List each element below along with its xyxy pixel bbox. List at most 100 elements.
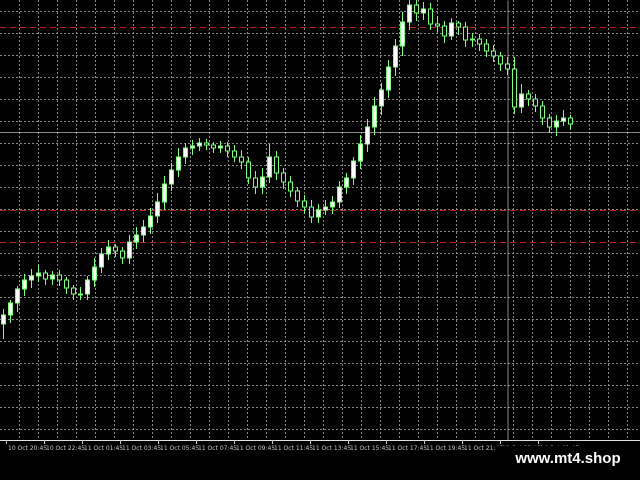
candle (400, 12, 405, 56)
candle (281, 168, 286, 189)
candle (421, 2, 426, 20)
candle-body (22, 279, 27, 290)
candle-body (470, 38, 475, 41)
x-tick-label: 11 Oct 19:45 (426, 445, 465, 452)
candle (92, 258, 97, 287)
candle (463, 22, 468, 47)
candle-body (309, 206, 314, 218)
candle (288, 176, 293, 197)
candle-body (316, 209, 321, 218)
candle-body (64, 279, 69, 289)
x-tick-label: 10 Oct 22:45 (46, 445, 85, 452)
candle-body (533, 98, 538, 107)
candle-body (8, 302, 13, 316)
candle (442, 21, 447, 43)
candle-body (57, 274, 62, 281)
candle (127, 235, 132, 264)
candle (407, 0, 412, 30)
x-tick-label: 11 Oct 03:45 (122, 445, 161, 452)
candle-body (260, 176, 265, 188)
candle-body (295, 190, 300, 202)
candle (64, 277, 69, 294)
candle-body (127, 241, 132, 259)
candle (316, 204, 321, 223)
candle-body (43, 272, 48, 280)
x-tick-label: 11 Oct 11:45 (274, 445, 313, 452)
candle-body (106, 246, 111, 255)
candle (162, 176, 167, 210)
candle (85, 276, 90, 300)
candle-body (211, 144, 216, 149)
candle-body (526, 93, 531, 100)
candle (22, 274, 27, 296)
candle (204, 139, 209, 150)
candle-body (190, 145, 195, 149)
candle-body (428, 8, 433, 25)
price-chart[interactable]: 10 Oct 20:45 10 Oct 22:45 11 Oct 01:45 11 O… (0, 0, 640, 480)
candle (1, 309, 6, 339)
candle-body (169, 169, 174, 185)
candle (414, 0, 419, 21)
candle (484, 39, 489, 57)
candle (519, 84, 524, 113)
candle-body (29, 275, 34, 281)
candle-body (337, 186, 342, 203)
candle (477, 34, 482, 51)
watermark: www.mt4.shop (496, 446, 640, 472)
candle-body (85, 279, 90, 295)
candle-body (141, 226, 146, 236)
candle (526, 90, 531, 106)
x-tick-label: 11 Oct 09:45 (236, 445, 275, 452)
candle (176, 148, 181, 177)
candle (393, 39, 398, 76)
candle (99, 248, 104, 273)
candle-body (407, 4, 412, 23)
candle-body (225, 145, 230, 152)
candle (533, 94, 538, 112)
candle (491, 45, 496, 62)
candle-body (246, 161, 251, 179)
candle (379, 83, 384, 115)
candle (295, 187, 300, 207)
candle-body (183, 147, 188, 158)
candle-body (330, 201, 335, 208)
candle (372, 97, 377, 135)
x-tick-label: 11 Oct 13:45 (312, 445, 351, 452)
candle (155, 193, 160, 223)
candle-body (302, 200, 307, 208)
candle-body (463, 26, 468, 41)
candle (253, 171, 258, 194)
candle (148, 208, 153, 234)
candle (106, 240, 111, 260)
candle-body (449, 22, 454, 37)
candle (505, 57, 510, 75)
candle-body (113, 246, 118, 252)
candle (456, 21, 461, 35)
candle-body (344, 177, 349, 188)
candle (239, 150, 244, 169)
candle-body (561, 117, 566, 122)
x-tick-label: 11 Oct 17:45 (388, 445, 427, 452)
candle-body (386, 66, 391, 91)
candle-body (358, 143, 363, 162)
candle-body (78, 293, 83, 296)
candle (141, 220, 146, 242)
candle (428, 3, 433, 30)
candle-body (421, 8, 426, 14)
candle (267, 144, 272, 183)
candle (169, 163, 174, 191)
candle (120, 247, 125, 264)
candle (351, 157, 356, 185)
candle-body (120, 250, 125, 259)
candle (365, 119, 370, 152)
candle (29, 269, 34, 288)
candle-body (491, 50, 496, 57)
candle-body (477, 38, 482, 45)
candle (337, 181, 342, 208)
candle-body (1, 314, 6, 325)
candle-body (155, 201, 160, 217)
candle-body (505, 63, 510, 70)
candle-body (232, 150, 237, 158)
candle-body (379, 89, 384, 107)
candle-body (50, 274, 55, 280)
